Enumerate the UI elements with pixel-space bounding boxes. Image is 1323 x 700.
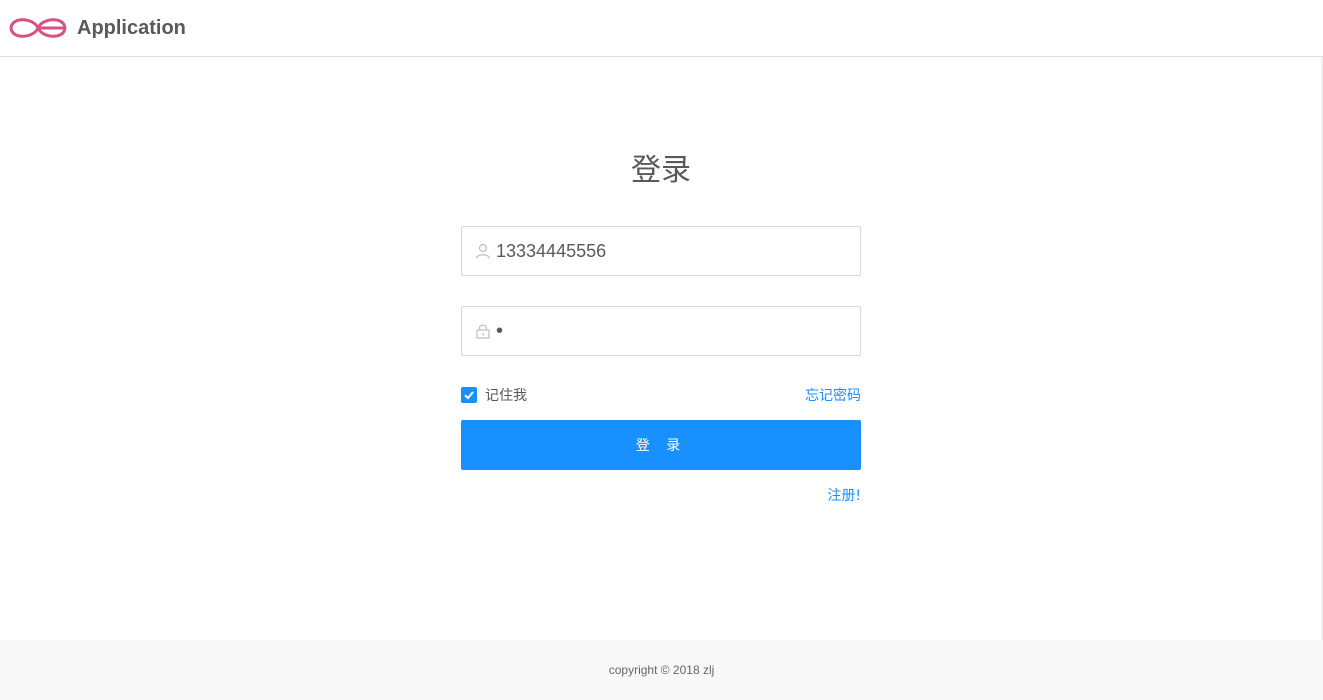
register-link[interactable]: 注册! bbox=[827, 488, 861, 504]
forgot-password-link[interactable]: 忘记密码 bbox=[805, 385, 861, 405]
remember-me-label: 记住我 bbox=[485, 388, 527, 404]
password-field[interactable] bbox=[461, 306, 861, 356]
username-input[interactable] bbox=[496, 240, 846, 262]
copyright-text: copyright © 2018 zlj bbox=[608, 663, 715, 677]
checkbox-checked-icon[interactable] bbox=[461, 387, 477, 403]
remember-me-checkbox[interactable]: 记住我 bbox=[461, 385, 527, 405]
user-icon bbox=[474, 242, 492, 260]
register-row: 注册! bbox=[461, 485, 861, 505]
lock-icon bbox=[474, 322, 492, 340]
login-page: 登录 记住我 忘记密码 bbox=[0, 57, 1323, 640]
login-button[interactable]: 登 录 bbox=[461, 420, 861, 470]
login-title: 登录 bbox=[631, 153, 691, 188]
app-title: Application bbox=[77, 16, 186, 39]
footer: copyright © 2018 zlj bbox=[0, 640, 1323, 700]
password-input[interactable] bbox=[496, 319, 846, 343]
app-logo[interactable] bbox=[8, 12, 68, 44]
oe-logo-icon bbox=[9, 18, 67, 38]
app-header: Application bbox=[0, 0, 1323, 57]
remember-row: 记住我 忘记密码 bbox=[461, 385, 861, 405]
username-field[interactable] bbox=[461, 226, 861, 276]
